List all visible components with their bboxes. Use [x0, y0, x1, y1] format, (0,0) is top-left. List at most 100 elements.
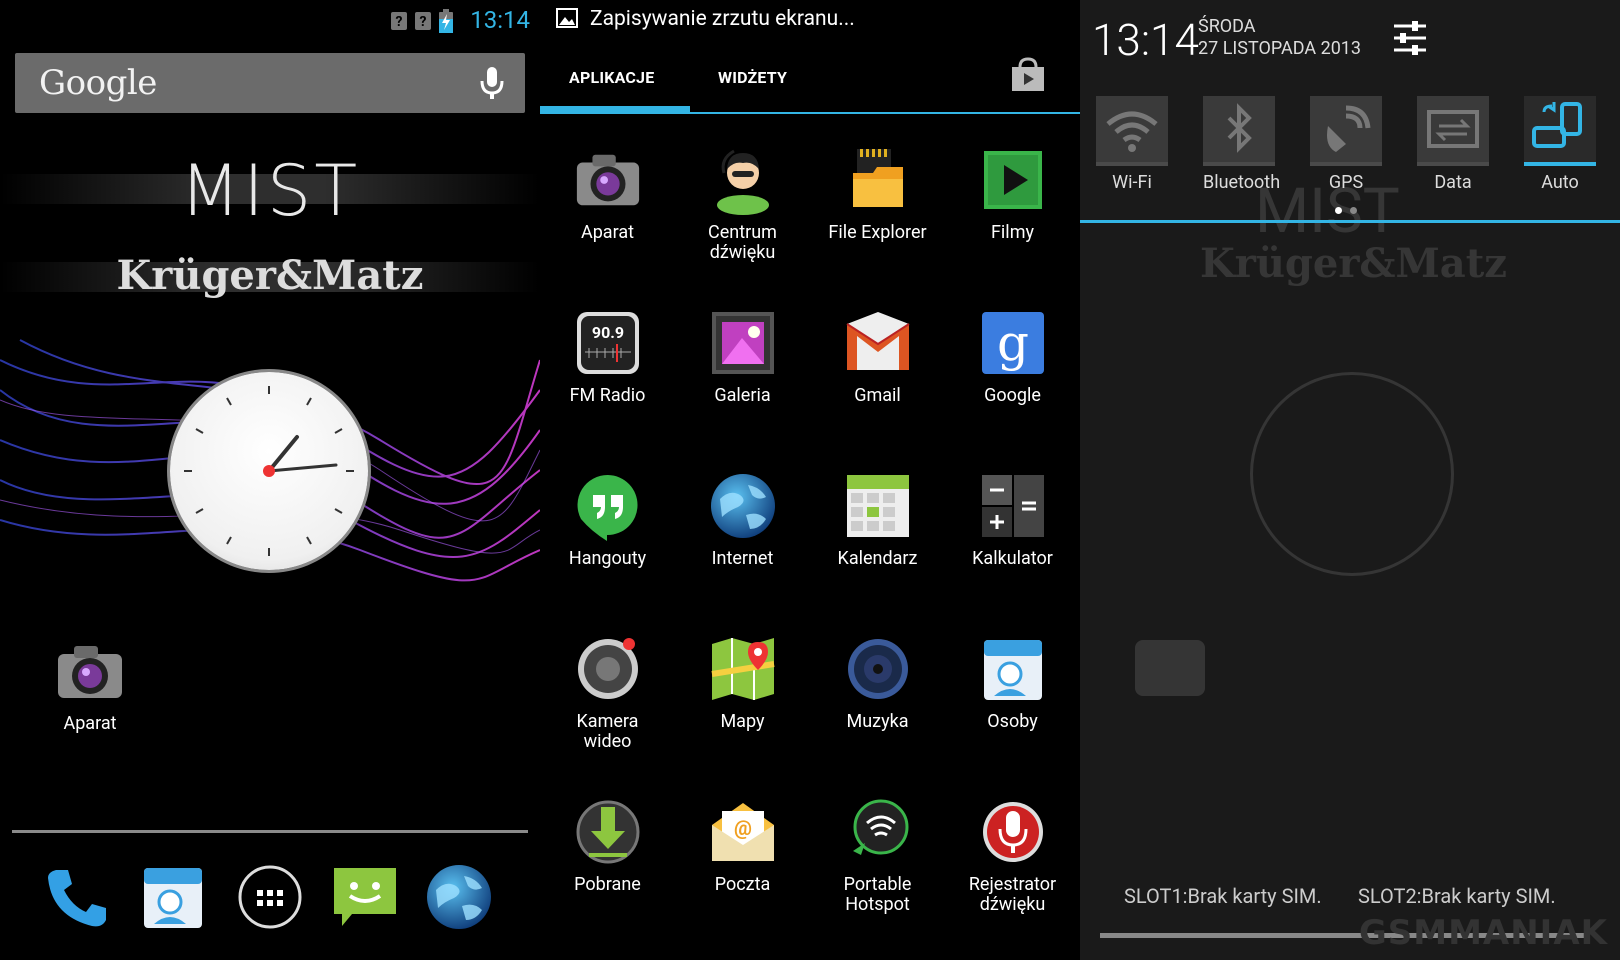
svg-text:?: ?: [396, 14, 403, 30]
play-store-icon[interactable]: [1008, 57, 1048, 97]
dock-contacts[interactable]: [138, 862, 208, 932]
app-label: Poczta: [714, 874, 771, 895]
sim-slot1-status: SLOT1:Brak karty SIM.: [1124, 884, 1322, 908]
app-label: Osoby: [987, 711, 1038, 732]
quick-setting-label: Wi-Fi: [1112, 172, 1152, 193]
settings-sliders-icon[interactable]: [1390, 18, 1430, 62]
quick-setting-label: Auto: [1541, 172, 1579, 193]
quick-settings-page-indicator: [1335, 207, 1357, 214]
dock-messaging[interactable]: [330, 862, 400, 932]
app-label: Hangouty: [568, 548, 647, 569]
app-label: Galeria: [714, 385, 771, 406]
notification-bar: Zapisywanie zrzutu ekranu...: [540, 0, 1080, 40]
app-calendar[interactable]: Kalendarz: [810, 471, 945, 569]
svg-text:90.9: 90.9: [591, 323, 623, 342]
svg-text:?: ?: [420, 14, 427, 30]
svg-text:g: g: [996, 314, 1028, 372]
quick-setting-state-bar: [1417, 162, 1489, 166]
quick-setting-label: GPS: [1328, 172, 1364, 193]
quick-setting-gps[interactable]: GPS: [1310, 96, 1382, 193]
app-gmail[interactable]: Gmail: [810, 308, 945, 406]
google-search-bar[interactable]: Google: [15, 53, 525, 113]
data-icon: [1417, 110, 1489, 170]
notification-shade: Krüger&Matz MIST 13:14 ŚRODA 27 LISTOPAD…: [1080, 0, 1620, 960]
app-fm-radio[interactable]: 90.9 FM Radio: [540, 308, 675, 406]
app-label: FM Radio: [569, 385, 646, 406]
quick-setting-data[interactable]: Data: [1417, 96, 1489, 193]
google-icon: g: [978, 308, 1048, 378]
wifi-icon: [1096, 111, 1168, 170]
quick-setting-state-bar: [1524, 162, 1596, 166]
app-label: Google: [984, 385, 1041, 406]
dock-browser[interactable]: [424, 862, 494, 932]
file-explorer-icon: [843, 145, 913, 215]
calculator-icon: [978, 471, 1048, 541]
status-bar: ? ? 13:14: [0, 0, 540, 40]
shade-clock: 13:14: [1092, 14, 1199, 66]
dock-all-apps-button[interactable]: [235, 862, 305, 932]
app-people[interactable]: Osoby: [945, 634, 1080, 732]
app-label: Filmy: [990, 222, 1034, 243]
app-downloads[interactable]: Pobrane: [540, 797, 675, 895]
page-dot-1: [1335, 207, 1342, 214]
app-maps[interactable]: Mapy: [675, 634, 810, 732]
app-file-explorer[interactable]: File Explorer: [810, 145, 945, 243]
brand-mist-logo: MIST: [179, 150, 361, 232]
app-movies[interactable]: Filmy: [945, 145, 1080, 243]
quick-setting-label: Bluetooth: [1203, 172, 1281, 193]
tab-widgets[interactable]: WIDŻETY: [718, 68, 787, 87]
ghost-app-icon: [1135, 640, 1205, 696]
app-video-camera[interactable]: Kamera wideo: [540, 634, 675, 752]
phone-icon: [48, 870, 106, 927]
hangouts-icon: [573, 471, 643, 541]
desktop-app-aparat[interactable]: Aparat: [45, 640, 135, 734]
analog-clock-widget[interactable]: [170, 372, 368, 570]
quick-setting-tile: [1310, 96, 1382, 166]
email-icon: @: [708, 797, 778, 867]
app-label: File Explorer: [828, 222, 927, 243]
quick-setting-bluetooth[interactable]: Bluetooth: [1203, 96, 1281, 193]
app-internet-globe[interactable]: Internet: [675, 471, 810, 569]
app-camera[interactable]: Aparat: [540, 145, 675, 243]
quick-setting-auto[interactable]: Auto: [1524, 96, 1596, 193]
app-label: Kalkulator: [972, 548, 1053, 569]
status-clock: 13:14: [470, 6, 530, 34]
quick-setting-tile: [1417, 96, 1489, 166]
app-hotspot[interactable]: Portable Hotspot: [810, 797, 945, 915]
app-label: Kalendarz: [837, 548, 918, 569]
gps-icon: [1310, 105, 1382, 170]
app-calculator[interactable]: Kalkulator: [945, 471, 1080, 569]
internet-globe-icon: [427, 865, 491, 929]
dock-divider: [12, 830, 528, 833]
tab-bar-line: [540, 112, 1080, 114]
people-icon: [978, 634, 1048, 704]
app-label: Kamera wideo: [576, 711, 639, 752]
app-label: Aparat: [580, 222, 635, 243]
tab-apps[interactable]: APLIKACJE: [569, 68, 654, 87]
hotspot-icon: [843, 797, 913, 867]
app-label: Gmail: [854, 385, 901, 406]
mic-icon[interactable]: [479, 67, 505, 105]
shade-separator: [1080, 220, 1620, 223]
app-hangouts[interactable]: Hangouty: [540, 471, 675, 569]
quick-setting-tile: [1096, 96, 1168, 166]
app-email[interactable]: @ Poczta: [675, 797, 810, 895]
quick-setting-wifi[interactable]: Wi-Fi: [1096, 96, 1168, 193]
app-google[interactable]: g Google: [945, 308, 1080, 406]
app-sound-center[interactable]: Centrum dźwięku: [675, 145, 810, 263]
app-grid-icon: [238, 865, 302, 929]
calendar-icon: [843, 471, 913, 541]
app-label: Internet: [711, 548, 774, 569]
app-gallery[interactable]: Galeria: [675, 308, 810, 406]
app-sound-recorder[interactable]: Rejestrator dźwięku: [945, 797, 1080, 915]
app-label: Muzyka: [846, 711, 909, 732]
app-music[interactable]: Muzyka: [810, 634, 945, 732]
fm-radio-icon: 90.9: [573, 308, 643, 378]
quick-setting-label: Data: [1434, 172, 1472, 193]
google-logo-text: Google: [39, 63, 157, 103]
camera-icon: [58, 646, 122, 698]
dock-phone[interactable]: [42, 862, 112, 932]
svg-text:@: @: [734, 816, 752, 840]
shade-day: ŚRODA: [1198, 16, 1256, 37]
gsmmaniak-watermark: GSMMANIAK: [1358, 913, 1608, 953]
